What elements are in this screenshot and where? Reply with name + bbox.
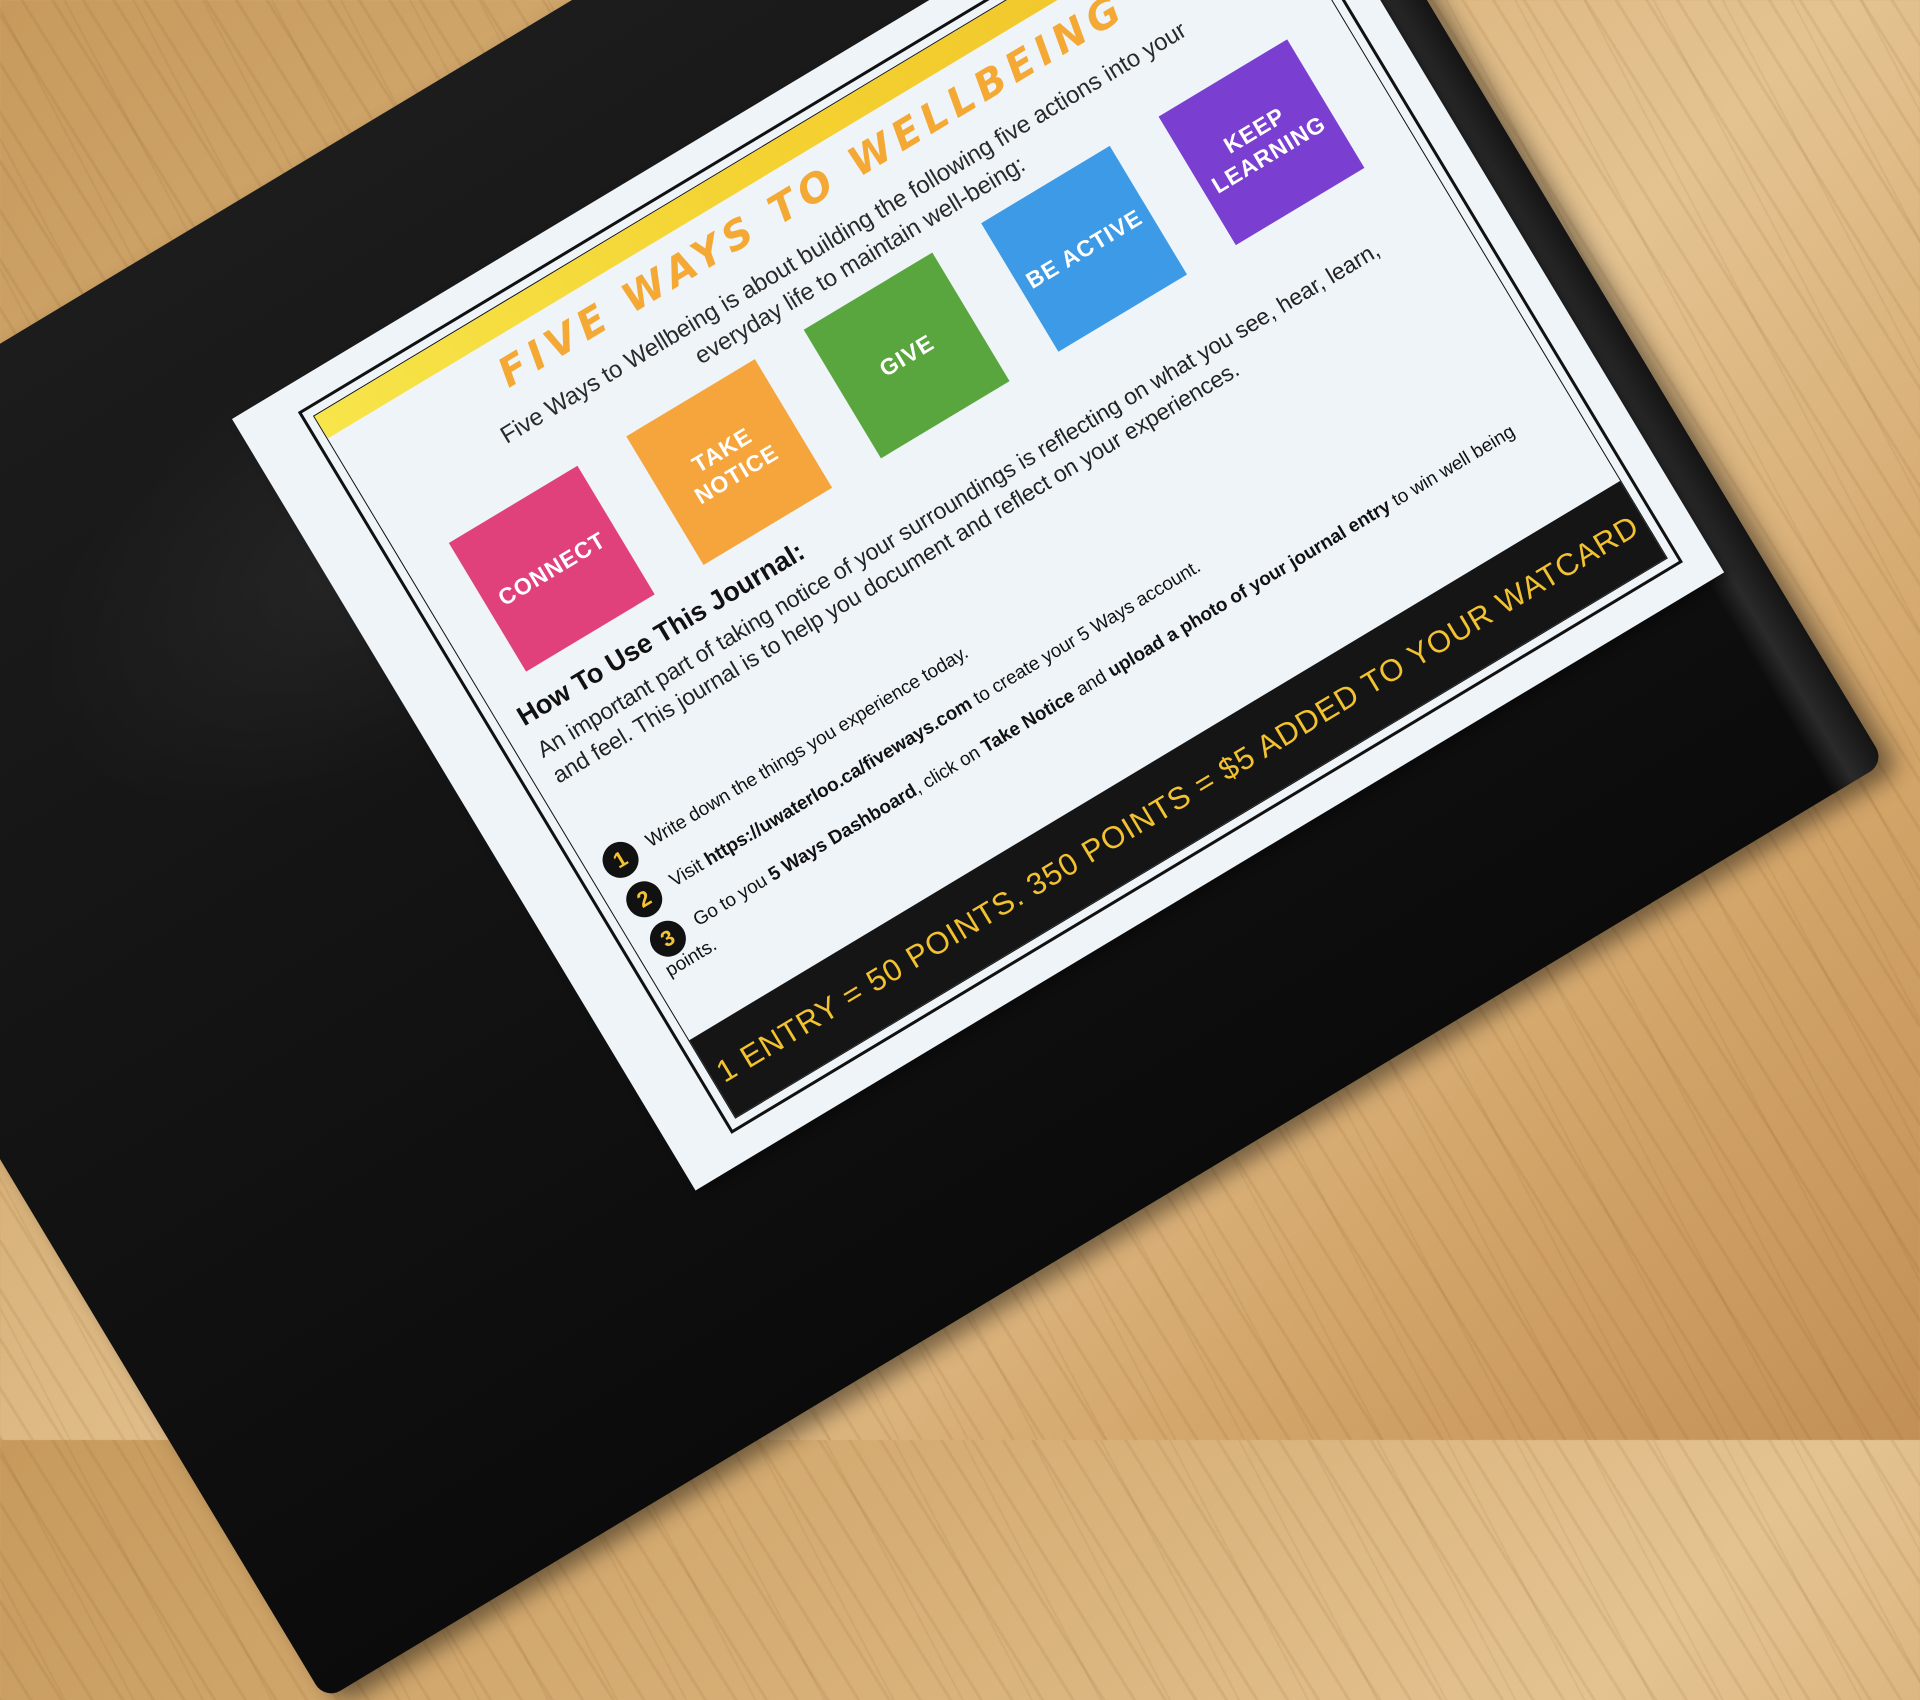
photo-scene: FIVE WAYS TO WELLBEING Five Ways to Well… bbox=[0, 0, 1920, 1700]
step-number: 2 bbox=[619, 874, 669, 924]
step-number: 1 bbox=[595, 835, 646, 885]
